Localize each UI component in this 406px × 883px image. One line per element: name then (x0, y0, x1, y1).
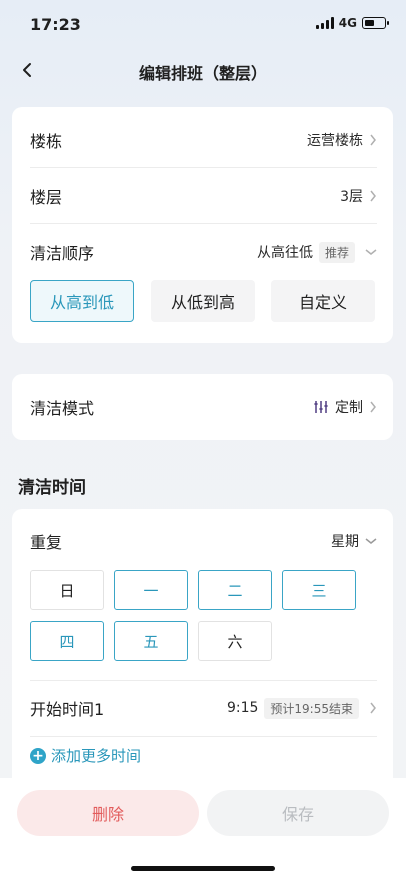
save-button[interactable]: 保存 (207, 790, 389, 836)
divider (30, 736, 377, 737)
recommend-tag: 推荐 (318, 241, 355, 263)
order-row[interactable]: 清洁顺序 从高往低 推荐 (30, 224, 377, 280)
day-sat[interactable]: 六 (198, 621, 272, 661)
building-value: 运营楼栋 (307, 133, 363, 149)
start-time-value: 9:15 (226, 700, 259, 716)
page-title: 编辑排班（整层） (138, 64, 267, 83)
start-time-row[interactable]: 开始时间1 9:15 预计19:55结束 (30, 680, 377, 736)
location-card: 楼栋 运营楼栋 楼层 3层 清洁顺序 从高往低 推荐 从高到低 从低到高 自定义 (12, 107, 393, 343)
time-card: 重复 星期 日 一 二 三 四 五 六 开始时间1 9:15 预计19:55结束… (12, 509, 393, 799)
add-time-label: 添加更多时间 (51, 747, 142, 765)
network-type: 4G (338, 16, 357, 30)
order-label: 清洁顺序 (30, 244, 95, 263)
order-option-custom[interactable]: 自定义 (271, 280, 375, 322)
home-indicator (131, 866, 275, 871)
order-value: 从高往低 (256, 245, 313, 261)
chevron-right-icon (370, 134, 376, 146)
day-sun[interactable]: 日 (30, 570, 104, 610)
building-label: 楼栋 (30, 132, 63, 151)
day-tue[interactable]: 二 (198, 570, 272, 610)
chevron-right-icon (370, 190, 376, 202)
repeat-label: 重复 (30, 533, 63, 552)
day-fri[interactable]: 五 (114, 621, 188, 661)
repeat-value: 星期 (331, 534, 359, 550)
bottom-action-bar: 删除 保存 (0, 778, 406, 883)
order-option-low-to-high[interactable]: 从低到高 (151, 280, 255, 322)
sliders-icon (314, 401, 328, 413)
delete-button[interactable]: 删除 (17, 790, 199, 836)
signal-icon (315, 17, 334, 29)
day-wed[interactable]: 三 (282, 570, 356, 610)
floor-row[interactable]: 楼层 3层 (30, 168, 377, 224)
plus-icon: + (30, 747, 46, 764)
mode-row[interactable]: 清洁模式 定制 (30, 379, 377, 435)
status-icons: 4G (315, 16, 389, 30)
mode-card: 清洁模式 定制 (12, 374, 393, 440)
mode-value: 定制 (335, 400, 363, 416)
building-row[interactable]: 楼栋 运营楼栋 (30, 112, 377, 168)
mode-label: 清洁模式 (30, 399, 95, 418)
order-option-high-to-low[interactable]: 从高到低 (30, 280, 134, 322)
end-time-tag: 预计19:55结束 (264, 697, 359, 719)
status-time: 17:23 (30, 15, 81, 34)
chevron-right-icon (370, 401, 376, 413)
battery-icon (362, 17, 389, 29)
floor-label: 楼层 (30, 188, 63, 207)
status-bar: 17:23 4G (0, 0, 406, 46)
start-time-label: 开始时间1 (30, 700, 105, 719)
chevron-down-icon (365, 249, 377, 255)
day-mon[interactable]: 一 (114, 570, 188, 610)
chevron-down-icon (365, 538, 377, 544)
section-title-time: 清洁时间 (18, 478, 86, 498)
nav-bar: 编辑排班（整层） (0, 50, 406, 90)
repeat-row[interactable]: 重复 星期 (30, 513, 377, 569)
add-time-button[interactable]: + 添加更多时间 (30, 745, 141, 766)
chevron-right-icon (370, 702, 376, 714)
floor-value: 3层 (340, 189, 363, 205)
day-thu[interactable]: 四 (30, 621, 104, 661)
